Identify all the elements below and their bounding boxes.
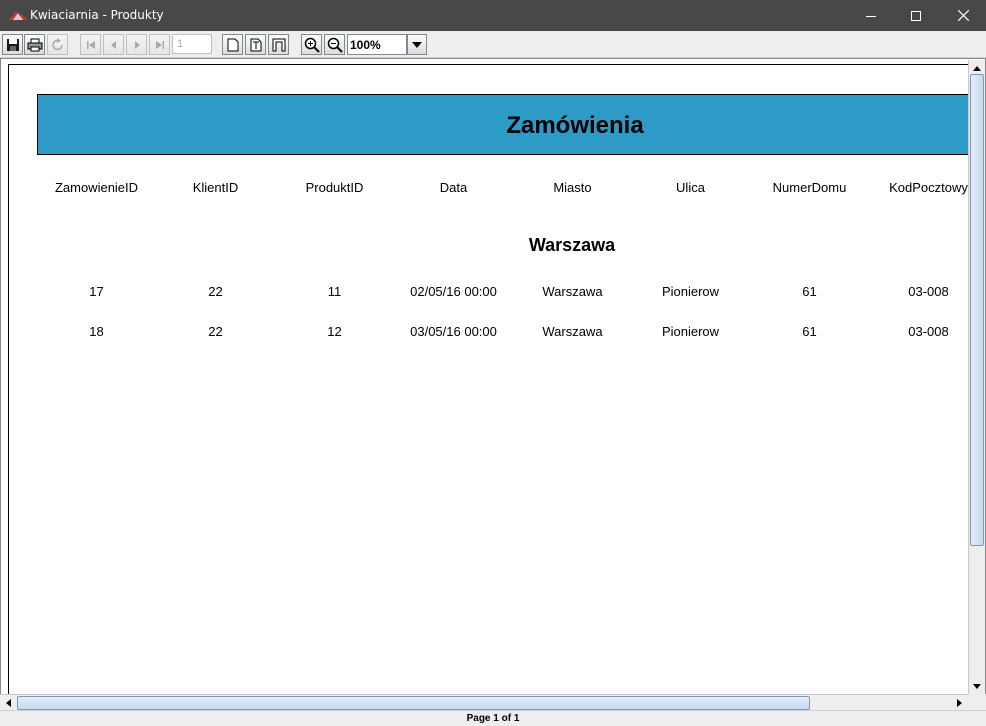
save-icon — [6, 38, 19, 51]
print-icon — [27, 38, 42, 51]
last-page-icon — [155, 40, 164, 49]
column-header: ProduktID — [305, 180, 364, 195]
fit-page-button[interactable] — [245, 34, 266, 55]
report-header-band: Zamówienia — [37, 94, 969, 155]
actual-size-button[interactable] — [222, 34, 243, 55]
zoom-level-input[interactable]: 100% — [347, 34, 407, 55]
table-cell: 61 — [802, 284, 817, 299]
table-cell: 03/05/16 00:00 — [410, 324, 497, 339]
table-cell: 11 — [327, 284, 342, 299]
status-bar: Page 1 of 1 — [0, 710, 986, 726]
horizontal-scrollbar[interactable] — [0, 694, 968, 710]
save-button[interactable] — [2, 34, 23, 55]
first-page-button[interactable] — [80, 34, 101, 55]
window-titlebar: Kwiaciarnia - Produkty — [0, 0, 986, 31]
arrow-down-icon — [973, 683, 981, 689]
table-cell: 03-008 — [908, 324, 949, 339]
column-header: NumerDomu — [772, 180, 847, 195]
report-title: Zamówienia — [506, 112, 644, 139]
next-page-icon — [134, 40, 140, 49]
table-cell: 18 — [89, 324, 104, 339]
app-logo-icon — [9, 11, 27, 20]
column-header: KodPocztowy — [889, 180, 968, 195]
next-page-button[interactable] — [126, 34, 147, 55]
table-cell: 03-008 — [908, 284, 949, 299]
horizontal-scroll-thumb[interactable] — [17, 696, 810, 710]
chevron-down-icon — [412, 41, 422, 48]
report-viewport: Zamówienia ZamowienieID KlientID Produkt… — [0, 58, 986, 710]
table-cell: 12 — [327, 324, 342, 339]
minimize-icon — [866, 15, 876, 17]
print-button[interactable] — [24, 34, 45, 55]
table-cell: Warszawa — [542, 284, 603, 299]
last-page-button[interactable] — [149, 34, 170, 55]
previous-page-button[interactable] — [103, 34, 124, 55]
window-title: Kwiaciarnia - Produkty — [30, 8, 164, 22]
previous-page-icon — [110, 40, 116, 49]
viewer-toolbar — [0, 31, 986, 58]
column-header: ZamowienieID — [54, 180, 139, 195]
arrow-left-icon — [5, 699, 11, 707]
zoom-in-icon — [304, 37, 320, 53]
vertical-scrollbar[interactable] — [968, 60, 985, 694]
scroll-left-button[interactable] — [0, 695, 16, 711]
column-header: Miasto — [553, 180, 592, 195]
page-actual-size-icon — [227, 38, 238, 51]
zoom-out-icon — [327, 37, 343, 53]
table-cell: 17 — [89, 284, 104, 299]
scroll-right-button[interactable] — [951, 695, 967, 711]
first-page-icon — [86, 40, 95, 49]
table-cell: 02/05/16 00:00 — [410, 284, 497, 299]
group-header: Warszawa — [528, 235, 616, 255]
zoom-in-button[interactable] — [301, 34, 322, 55]
fit-page-icon — [250, 38, 261, 51]
scroll-down-button[interactable] — [969, 678, 985, 694]
arrow-right-icon — [956, 699, 962, 707]
column-header: KlientID — [192, 180, 239, 195]
reload-icon — [51, 37, 63, 50]
maximize-button[interactable] — [893, 0, 939, 31]
fit-width-button[interactable] — [268, 34, 289, 55]
zoom-out-button[interactable] — [324, 34, 345, 55]
report-page: Zamówienia ZamowienieID KlientID Produkt… — [8, 64, 969, 694]
zoom-dropdown-button[interactable] — [407, 34, 427, 55]
fit-width-icon — [272, 38, 285, 51]
table-cell: Warszawa — [542, 324, 603, 339]
column-header: Ulica — [676, 180, 705, 195]
vertical-scroll-thumb[interactable] — [970, 74, 984, 546]
close-icon — [957, 10, 969, 21]
reload-button[interactable] — [47, 34, 68, 55]
table-cell: 61 — [802, 324, 817, 339]
maximize-icon — [911, 10, 921, 21]
arrow-up-icon — [973, 65, 981, 71]
page-number-input[interactable]: 1 — [172, 34, 212, 54]
table-cell: Pionierow — [661, 324, 720, 339]
minimize-button[interactable] — [848, 0, 894, 31]
close-button[interactable] — [940, 0, 986, 31]
column-header: Data — [439, 180, 468, 195]
table-cell: 22 — [208, 284, 223, 299]
table-cell: 22 — [208, 324, 223, 339]
scrollbar-corner — [968, 694, 986, 710]
page-status-label: Page 1 of 1 — [466, 713, 520, 724]
table-cell: Pionierow — [661, 284, 720, 299]
